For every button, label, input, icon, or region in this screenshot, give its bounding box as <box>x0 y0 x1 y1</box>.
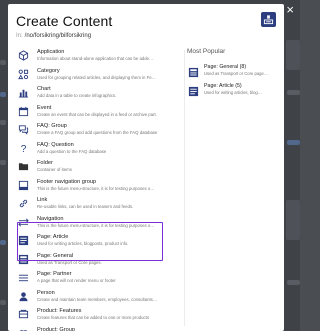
column-divider <box>184 50 185 326</box>
content-type-list: Application Information about stand-alone… <box>16 47 181 331</box>
category-icon <box>18 69 29 80</box>
page-icon <box>188 65 199 78</box>
item-name: Folder <box>37 160 53 166</box>
item-name: Page: Article <box>37 234 69 240</box>
item-name: Navigation <box>37 215 64 222</box>
item-description: Used for grouping related articles, and … <box>37 74 156 80</box>
content-type-faq-question[interactable]: ? FAQ: Question Add a question to the FAQ … <box>16 140 181 159</box>
question-icon: ? <box>18 143 29 154</box>
item-name: Link <box>37 197 48 203</box>
partner-icon <box>18 272 29 283</box>
page-icon <box>18 254 29 265</box>
item-name: Footer navigation group <box>37 178 97 185</box>
item-description: Information about stand-alone applicatio… <box>37 56 154 61</box>
article-icon <box>18 235 29 246</box>
create-content-dialog: Create Content In:/no/forsikring/bilfors… <box>8 4 284 331</box>
item-description: Used for writing articles, blogposts, pr… <box>37 241 129 246</box>
person-icon <box>18 291 29 302</box>
item-name: Page: General <box>37 252 74 259</box>
item-description: Create features that can be added to one… <box>37 315 150 320</box>
dialog-title: Create Content <box>16 13 113 29</box>
footer-nav-icon <box>18 180 29 191</box>
item-name: Product: Features <box>37 308 82 314</box>
item-description: Create an event that can be displayed in… <box>37 111 157 117</box>
most-popular-panel: Most Popular Page: General (8) Used as Tr… <box>187 47 277 100</box>
group-icon <box>18 328 29 331</box>
item-name: Person <box>37 289 55 296</box>
faq-group-icon <box>18 124 29 135</box>
item-name: FAQ: Group <box>37 123 67 129</box>
content-type-page-general[interactable]: Page: General Used as Transport or Core p… <box>16 251 181 270</box>
features-icon <box>18 309 29 320</box>
item-name: Page: General (8) <box>204 64 247 70</box>
item-name: Chart <box>37 86 51 92</box>
cube-icon <box>18 50 29 61</box>
path-value: /no/forsikring/bilforsikring <box>24 33 92 39</box>
item-description: A page that will not render menu or foot… <box>37 278 116 283</box>
content-type-footer-navigation-group[interactable]: Footer navigation group This is the futur… <box>16 177 181 196</box>
item-name: FAQ: Question <box>37 141 74 148</box>
popular-item-page-article-5[interactable]: Page: Article (5) Used for writing articl… <box>187 81 277 100</box>
item-name: Category <box>37 67 60 74</box>
item-description: Used as Transport or Core pages. <box>37 259 102 265</box>
item-description: This is the future menu-structure, it is… <box>37 185 155 191</box>
item-description: Create and maintain team members, employ… <box>37 296 158 302</box>
svg-text:?: ? <box>21 144 27 154</box>
content-type-product-group[interactable]: Product: GroupCombine products into grou… <box>16 325 181 331</box>
upload-icon <box>263 15 274 25</box>
item-description: Add a question to the FAQ database <box>37 148 107 154</box>
item-description: This is the future menu-structure, it is… <box>37 222 155 228</box>
content-type-person[interactable]: Person Create and maintain team members, … <box>16 288 181 307</box>
item-name: Event <box>37 104 52 111</box>
content-type-page-article[interactable]: Page: Article Used for writing articles, … <box>16 232 181 251</box>
content-type-event[interactable]: Event Create an event that can be display… <box>16 103 181 122</box>
target-path: In:/no/forsikring/bilforsikring <box>16 33 91 39</box>
content-type-link[interactable]: Link Re-usable links, can be used in teas… <box>16 195 181 214</box>
popular-item-page-general-8[interactable]: Page: General (8) Used as Transport or Co… <box>187 62 277 81</box>
content-type-category[interactable]: Category Used for grouping related articl… <box>16 66 181 85</box>
item-description: Used for writing articles, blog… <box>204 90 262 95</box>
item-description: Re-usable links, can be used in teasers … <box>37 204 134 209</box>
item-description: Add data in a table to create infographi… <box>37 93 117 98</box>
close-dialog-button[interactable]: × <box>286 3 294 16</box>
event-icon <box>18 106 29 117</box>
item-name: Page: Article (5) <box>204 83 242 89</box>
item-name: Application <box>37 49 65 55</box>
path-prefix: In: <box>16 33 23 39</box>
item-description: Used as Transport or Core page… <box>204 71 269 76</box>
link-icon <box>18 198 29 209</box>
folder-icon <box>18 161 29 172</box>
chart-icon <box>18 87 29 98</box>
item-description: Create a FAQ group and add questions fro… <box>37 130 158 135</box>
content-type-folder[interactable]: Folder Container of items <box>16 158 181 177</box>
most-popular-heading: Most Popular <box>187 48 226 55</box>
navigation-icon <box>18 217 29 228</box>
content-type-product-features[interactable]: Product: Features Create features that ca… <box>16 306 181 325</box>
content-type-faq-group[interactable]: FAQ: Group Create a FAQ group and add que… <box>16 121 181 140</box>
content-type-chart[interactable]: Chart Add data in a table to create infog… <box>16 84 181 103</box>
item-name: Page: Partner <box>37 271 72 277</box>
item-description: Container of items <box>37 167 72 172</box>
content-type-navigation[interactable]: Navigation This is the future menu-struct… <box>16 214 181 233</box>
article-icon <box>188 84 199 97</box>
content-type-page-partner[interactable]: Page: Partner A page that will not render… <box>16 269 181 288</box>
upload-button[interactable] <box>261 12 276 27</box>
item-name: Product: Group <box>37 326 75 331</box>
content-type-application[interactable]: Application Information about stand-alone… <box>16 47 181 66</box>
